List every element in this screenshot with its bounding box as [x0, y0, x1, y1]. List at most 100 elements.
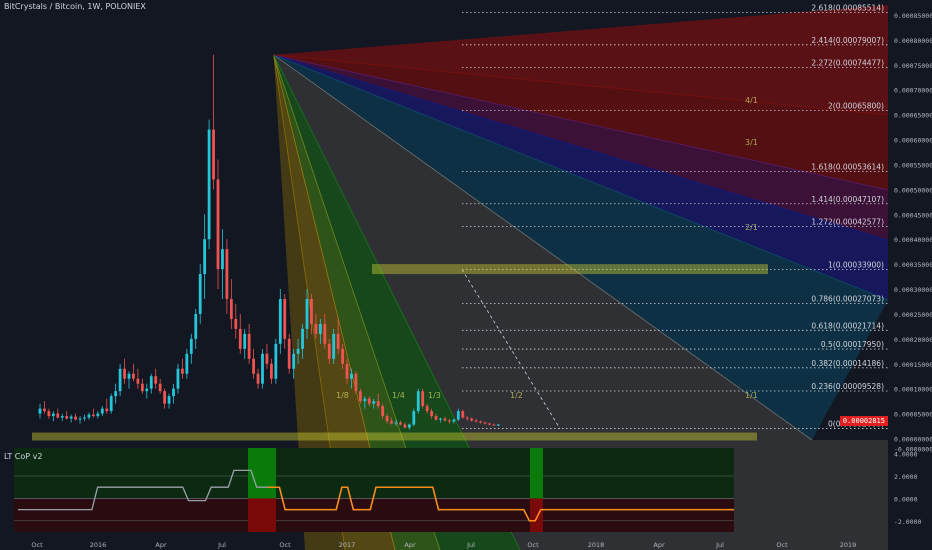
candle-body — [274, 343, 278, 379]
candle-body — [172, 388, 175, 397]
candle-body — [421, 391, 425, 407]
candle-body — [247, 333, 251, 359]
candle-body — [479, 421, 482, 423]
fib-label: 2.414(0.00079007) — [811, 36, 884, 45]
candle-body — [430, 411, 433, 417]
candle-body — [74, 416, 77, 420]
price-tick: 0.00025000 — [894, 311, 932, 319]
candle-body — [394, 422, 398, 424]
candle-body — [461, 411, 465, 418]
candle-body — [51, 413, 55, 417]
candle-body — [212, 129, 215, 180]
candle-body — [452, 419, 456, 422]
candle-body — [92, 414, 95, 417]
candle-body — [189, 338, 193, 354]
candle-body — [207, 129, 211, 240]
candle-body — [229, 298, 233, 319]
candle-body — [127, 373, 131, 379]
candle-body — [234, 318, 238, 329]
candle-body — [265, 353, 269, 364]
price-tick: 0.00060000 — [894, 137, 932, 145]
fib-label: 0.5(0.00017950) — [821, 340, 884, 349]
candle-body — [87, 414, 91, 418]
time-tick: Apr — [155, 541, 167, 549]
time-tick: 2018 — [588, 541, 605, 549]
candle-body — [278, 298, 282, 344]
candle-body — [296, 348, 300, 354]
price-tick: 0.00040000 — [894, 236, 932, 244]
candle-body — [198, 274, 202, 314]
candle-body — [96, 413, 100, 417]
gann-label: 4/1 — [745, 96, 758, 105]
candle-body — [345, 363, 349, 379]
fib-label: 0.618(0.00021714) — [811, 321, 884, 330]
candle-body — [310, 298, 313, 324]
indicator-tick: 0.0000 — [894, 495, 918, 503]
candle-body — [252, 358, 255, 374]
candle-body — [443, 418, 447, 421]
candle-body — [109, 396, 113, 412]
candle-body — [194, 313, 198, 339]
candle-body — [492, 424, 496, 426]
candle-body — [323, 323, 327, 344]
candle-body — [256, 373, 260, 384]
price-axis[interactable]: 0.00085000 0.00080000 0.00075000 0.00070000… — [894, 12, 932, 454]
indicator-highlight — [248, 498, 276, 532]
candle-body — [136, 378, 140, 384]
time-tick: Oct — [527, 541, 539, 549]
time-tick: Oct — [31, 541, 43, 549]
candle-body — [287, 338, 291, 369]
candle-body — [359, 391, 362, 402]
chart-canvas: 1/8 1/4 1/3 1/2 1/1 2/1 3/1 4/1 2.618(0.0008551… — [14, 3, 932, 550]
candle-body — [60, 416, 64, 418]
indicator-tick: 2.0000 — [894, 473, 918, 481]
candle-body — [292, 353, 296, 369]
candle-body — [176, 368, 180, 389]
price-tick: 0.00020000 — [894, 336, 932, 344]
candle-body — [185, 353, 189, 374]
fib-label: 1.618(0.00053614) — [811, 162, 884, 171]
candle-body — [434, 416, 438, 420]
indicator-label: LT CoP v2 — [4, 452, 43, 461]
candle-body — [158, 383, 162, 392]
candle-body — [314, 323, 318, 334]
candle-body — [390, 421, 393, 424]
time-tick: Apr — [653, 541, 665, 549]
indicator-highlight — [530, 498, 543, 532]
candle-body — [56, 413, 60, 418]
gann-label: 2/1 — [745, 223, 758, 232]
candle-body — [385, 416, 389, 422]
candle-body — [425, 406, 429, 412]
gann-label: 3/1 — [745, 138, 758, 147]
candle-body — [261, 353, 264, 384]
price-tick: 0.00030000 — [894, 286, 932, 294]
price-tick: 0.00000000 — [894, 436, 932, 444]
candle-body — [145, 388, 149, 392]
candle-body — [474, 420, 478, 422]
candle-body — [225, 249, 229, 299]
candle-body — [65, 416, 69, 419]
candle-body — [43, 408, 46, 412]
candle-body — [167, 396, 171, 404]
fib-label: 1.272(0.00042577) — [811, 217, 884, 226]
candle-body — [270, 363, 273, 379]
candle-body — [332, 333, 336, 359]
time-tick: Jul — [715, 541, 724, 549]
gann-label: 1/3 — [428, 391, 441, 400]
candle-body — [456, 411, 460, 420]
fib-label: 2.272(0.00074477) — [811, 58, 884, 67]
indicator-negative-zone — [14, 498, 734, 532]
candle-body — [470, 418, 474, 421]
candle-body — [105, 408, 109, 412]
candle-body — [83, 417, 86, 419]
candle-body — [465, 417, 469, 419]
candle-body — [350, 373, 353, 379]
time-tick: Jul — [217, 541, 226, 549]
price-tick: 0.00080000 — [894, 37, 932, 45]
fib-label: 2.618(0.00085514) — [811, 3, 884, 12]
candle-body — [496, 424, 500, 426]
time-tick: 2016 — [90, 541, 107, 549]
candle-body — [100, 408, 104, 414]
candle-body — [318, 323, 322, 334]
candle-body — [301, 328, 304, 349]
